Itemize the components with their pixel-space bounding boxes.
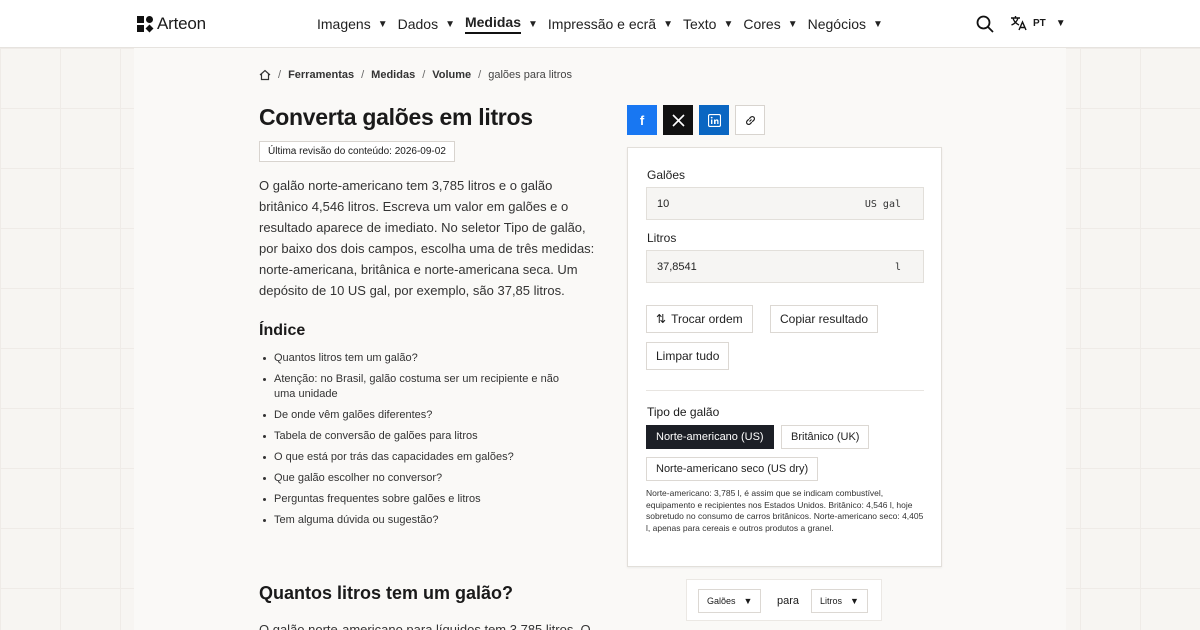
unit-connector: para bbox=[777, 595, 800, 607]
liters-unit: l bbox=[894, 262, 901, 273]
type-us-dry-button[interactable]: Norte-americano seco (US dry) bbox=[646, 457, 819, 481]
clear-all-button[interactable]: Limpar tudo bbox=[646, 342, 730, 370]
x-icon bbox=[671, 113, 685, 127]
nav-label: Impressão e ecrã bbox=[547, 16, 657, 32]
main-nav: Imagens ▼ Dados ▼ Medidas ▼ Impressão e ecr… bbox=[317, 0, 893, 48]
home-icon[interactable] bbox=[259, 69, 271, 81]
chevron-down-icon: ▼ bbox=[1055, 17, 1066, 29]
toc-item[interactable]: Tem alguma dúvida ou sugestão? bbox=[263, 513, 574, 528]
toc-item[interactable]: Tabela de conversão de galões para litro… bbox=[263, 429, 574, 444]
swap-label: Trocar ordem bbox=[671, 312, 743, 326]
gallon-type-note: Norte-americano: 3,785 l, é assim que se… bbox=[646, 488, 924, 533]
logo[interactable]: Arteon bbox=[137, 14, 206, 34]
page-title: Converta galões em litros bbox=[259, 104, 533, 130]
copy-result-button[interactable]: Copiar resultado bbox=[770, 305, 879, 333]
translate-icon bbox=[1011, 16, 1027, 31]
gallon-type-label: Tipo de galão bbox=[647, 405, 720, 419]
liters-label: Litros bbox=[647, 231, 677, 245]
swap-icon: ⇅ bbox=[656, 312, 667, 326]
share-x-button[interactable] bbox=[663, 105, 693, 135]
breadcrumb-separator: / bbox=[361, 69, 365, 81]
logo-mark-icon bbox=[137, 16, 154, 33]
nav-label: Cores bbox=[743, 16, 781, 32]
liters-field-wrapper: l bbox=[646, 250, 924, 283]
chevron-down-icon: ▼ bbox=[743, 596, 753, 606]
nav-item-imagens[interactable]: Imagens ▼ bbox=[317, 0, 388, 48]
swap-order-button[interactable]: ⇅ Trocar ordem bbox=[646, 305, 753, 333]
search-icon bbox=[976, 15, 994, 33]
link-icon bbox=[745, 115, 755, 125]
toc-item[interactable]: Atenção: no Brasil, galão costuma ser um… bbox=[263, 372, 574, 402]
from-unit-value: Galões bbox=[707, 596, 736, 606]
share-bar: f bbox=[627, 105, 765, 135]
table-of-contents: Quantos litros tem um galão? Atenção: no… bbox=[263, 351, 574, 534]
nav-item-dados[interactable]: Dados ▼ bbox=[398, 0, 455, 48]
search-button[interactable] bbox=[975, 14, 995, 34]
chevron-down-icon: ▼ bbox=[663, 18, 673, 30]
chevron-down-icon: ▼ bbox=[528, 18, 538, 30]
content-panel: / Ferramentas / Medidas / Volume / galõe… bbox=[134, 48, 1066, 630]
intro-paragraph: O galão norte-americano tem 3,785 litros… bbox=[259, 178, 595, 298]
chevron-down-icon: ▼ bbox=[377, 18, 388, 30]
liters-input[interactable] bbox=[647, 251, 847, 282]
breadcrumb-separator: / bbox=[422, 69, 426, 81]
linkedin-icon bbox=[707, 113, 721, 127]
toc-item[interactable]: Que galão escolher no conversor? bbox=[263, 471, 574, 486]
to-unit-select[interactable]: Litros ▼ bbox=[811, 589, 868, 613]
gallons-label: Galões bbox=[647, 168, 686, 182]
converter-card: Galões US gal Litros l ⇅ Trocar ordem Co… bbox=[627, 147, 942, 567]
toc-item[interactable]: O que está por trás das capacidades em g… bbox=[263, 450, 574, 465]
nav-label: Medidas bbox=[464, 14, 521, 34]
unit-selector-bar: Galões ▼ para Litros ▼ bbox=[686, 579, 882, 621]
nav-label: Negócios bbox=[807, 16, 866, 32]
toc-item[interactable]: Quantos litros tem um galão? bbox=[263, 351, 574, 366]
breadcrumb: / Ferramentas / Medidas / Volume / galõe… bbox=[259, 69, 572, 81]
gallons-field-wrapper: US gal bbox=[646, 187, 924, 220]
breadcrumb-volume[interactable]: Volume bbox=[432, 69, 471, 81]
facebook-icon: f bbox=[639, 112, 645, 128]
toc-title: Índice bbox=[259, 322, 306, 339]
divider bbox=[646, 390, 924, 391]
top-navigation-bar: Arteon Imagens ▼ Dados ▼ Medidas ▼ Impressã… bbox=[0, 0, 1200, 48]
gallons-input[interactable] bbox=[647, 188, 847, 219]
nav-item-impressao[interactable]: Impressão e ecrã ▼ bbox=[548, 0, 673, 48]
language-code: PT bbox=[1033, 17, 1046, 29]
chevron-down-icon: ▼ bbox=[723, 18, 734, 30]
nav-item-medidas[interactable]: Medidas ▼ bbox=[464, 0, 538, 48]
chevron-down-icon: ▼ bbox=[787, 18, 798, 30]
nav-item-cores[interactable]: Cores ▼ bbox=[743, 0, 797, 48]
nav-label: Imagens bbox=[317, 16, 371, 32]
toc-item[interactable]: Perguntas frequentes sobre galões e litr… bbox=[263, 492, 574, 507]
nav-item-texto[interactable]: Texto ▼ bbox=[683, 0, 733, 48]
logo-text: Arteon bbox=[157, 14, 206, 33]
breadcrumb-current: galões para litros bbox=[488, 69, 573, 81]
breadcrumb-separator: / bbox=[278, 69, 282, 81]
chevron-down-icon: ▼ bbox=[850, 596, 859, 606]
nav-item-negocios[interactable]: Negócios ▼ bbox=[808, 0, 883, 48]
type-uk-button[interactable]: Britânico (UK) bbox=[781, 425, 870, 449]
revision-badge: Última revisão do conteúdo: 2026-09-02 bbox=[259, 141, 455, 162]
toc-item[interactable]: De onde vêm galões diferentes? bbox=[263, 408, 574, 423]
chevron-down-icon: ▼ bbox=[873, 18, 883, 30]
section-title: Quantos litros tem um galão? bbox=[259, 583, 514, 603]
share-linkedin-button[interactable] bbox=[699, 105, 729, 135]
to-unit-value: Litros bbox=[820, 596, 843, 606]
chevron-down-icon: ▼ bbox=[445, 18, 455, 30]
copy-link-button[interactable] bbox=[735, 105, 765, 135]
language-selector[interactable]: PT ▼ bbox=[1010, 15, 1066, 31]
type-us-button[interactable]: Norte-americano (US) bbox=[646, 425, 774, 449]
nav-label: Dados bbox=[397, 16, 439, 32]
breadcrumb-medidas[interactable]: Medidas bbox=[371, 69, 415, 81]
breadcrumb-separator: / bbox=[478, 69, 482, 81]
nav-label: Texto bbox=[682, 16, 717, 32]
section-text: O galão norte-americano para líquidos te… bbox=[259, 622, 591, 630]
from-unit-select[interactable]: Galões ▼ bbox=[698, 589, 762, 613]
gallons-unit: US gal bbox=[864, 199, 901, 210]
share-facebook-button[interactable]: f bbox=[627, 105, 657, 135]
breadcrumb-ferramentas[interactable]: Ferramentas bbox=[288, 69, 354, 81]
